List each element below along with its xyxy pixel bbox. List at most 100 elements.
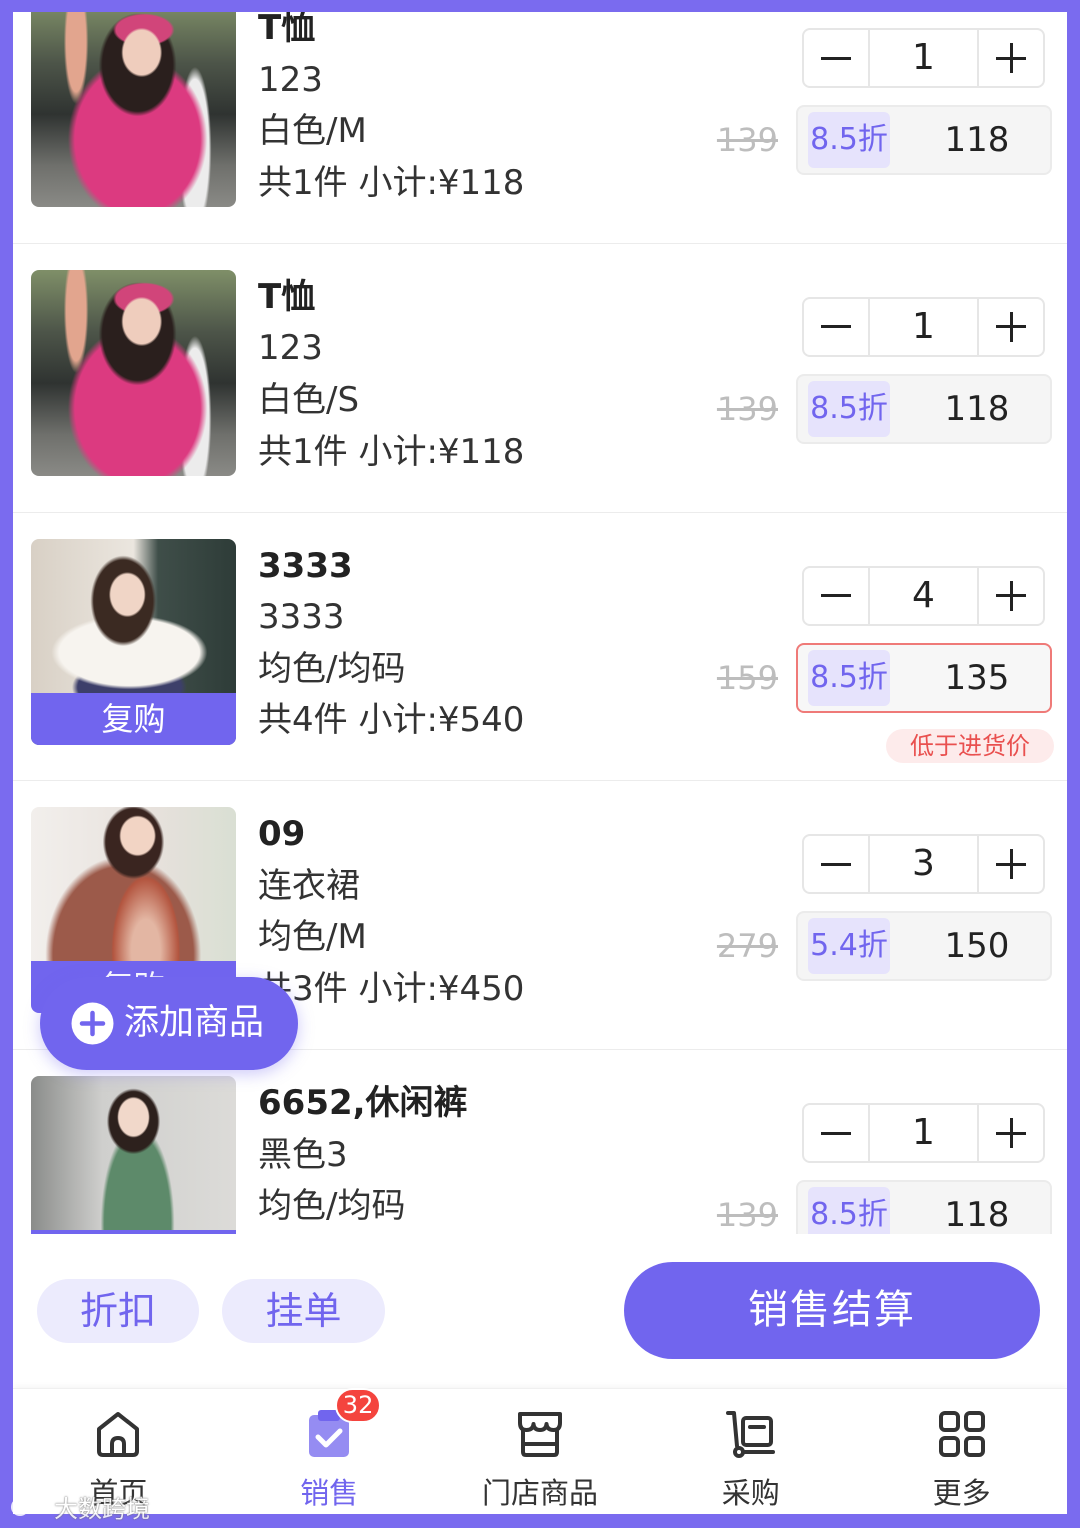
sales-count-badge: 32 (334, 1388, 382, 1423)
cart-item[interactable]: 复购 T恤 123 白色/S 共1件 小计:¥118 1 139 (13, 244, 1067, 513)
product-info: 6652,休闲裤 黑色3 均色/均码 (258, 1078, 678, 1233)
product-subtotal: 共4件 小计:¥540 (258, 700, 525, 741)
product-spec: 白色/M (258, 111, 367, 152)
discount-badge[interactable]: 8.5折 (808, 1187, 890, 1234)
discount-badge[interactable]: 8.5折 (808, 649, 890, 706)
product-info: 09 连衣裙 均色/M 共3件 小计:¥450 (258, 809, 678, 1015)
quantity-value[interactable]: 1 (868, 298, 979, 355)
increase-quantity-button[interactable] (979, 836, 1043, 892)
minus-icon (821, 594, 851, 597)
quantity-value[interactable]: 1 (868, 30, 979, 86)
quantity-value[interactable]: 3 (868, 836, 979, 893)
plus-icon (996, 1118, 1026, 1148)
sale-price[interactable]: 150 (904, 913, 1050, 979)
product-subtitle: 连衣裙 (258, 865, 360, 906)
product-subtotal: 共1件 小计:¥118 (258, 431, 525, 472)
plus-icon (996, 43, 1026, 73)
product-name: T恤 (258, 12, 316, 48)
product-spec: 均色/M (258, 917, 367, 958)
sale-price-field[interactable]: 8.5折 135 (796, 642, 1052, 713)
increase-quantity-button[interactable] (979, 299, 1043, 355)
tab-label: 门店商品 (481, 1476, 598, 1510)
bottom-tab-bar: 首页 32 销售 门店商品 采购 更多 (13, 1388, 1067, 1514)
minus-icon (821, 1131, 851, 1135)
watermark-text: 大数跨境 (54, 1494, 150, 1523)
original-price: 279 (716, 927, 778, 966)
sale-price[interactable]: 118 (904, 376, 1050, 442)
sale-price-field[interactable]: 8.5折 118 (796, 105, 1052, 175)
quantity-value[interactable]: 4 (868, 567, 979, 624)
decrease-quantity-button[interactable] (804, 568, 868, 624)
product-subtotal: 共3件 小计:¥450 (258, 969, 525, 1010)
watermark: 大数跨境 (10, 1490, 150, 1523)
decrease-quantity-button[interactable] (804, 836, 868, 892)
sale-price[interactable]: 118 (904, 107, 1050, 173)
cart-item[interactable]: 复购 T恤 123 白色/M 共1件 小计:¥118 1 139 (13, 12, 1067, 244)
add-product-label: 添加商品 (124, 1003, 265, 1043)
product-subtotal: 共1件 小计:¥118 (258, 162, 525, 203)
discount-badge[interactable]: 5.4折 (808, 918, 890, 975)
watermark-logo-icon (11, 1495, 44, 1516)
sales-cart-screen: 复购 T恤 123 白色/M 共1件 小计:¥118 1 139 (13, 12, 1067, 1514)
tab-purchase[interactable]: 采购 (645, 1389, 856, 1514)
discount-badge[interactable]: 8.5折 (808, 112, 890, 168)
sale-price[interactable]: 118 (904, 1182, 1050, 1234)
store-icon (517, 1412, 562, 1457)
product-spec: 白色/S (258, 379, 360, 420)
tab-sales[interactable]: 32 销售 (224, 1388, 435, 1514)
tab-label: 采购 (721, 1476, 780, 1510)
sale-price-field[interactable]: 8.5折 118 (796, 1180, 1052, 1234)
sale-price[interactable]: 135 (904, 645, 1050, 711)
product-spec: 均色/均码 (258, 1186, 406, 1227)
plus-icon (996, 580, 1026, 611)
increase-quantity-button[interactable] (979, 568, 1043, 624)
product-name: 3333 (258, 545, 353, 586)
tab-label: 更多 (932, 1476, 991, 1510)
checkout-button[interactable]: 销售结算 (624, 1262, 1040, 1359)
sale-price-field[interactable]: 8.5折 118 (796, 373, 1052, 444)
plus-circle-icon (71, 1002, 114, 1045)
minus-icon (821, 325, 851, 329)
product-image[interactable]: 复购 (31, 269, 236, 476)
hand-truck-icon (725, 1411, 775, 1458)
product-image[interactable]: 复购 (31, 538, 236, 745)
product-image[interactable]: 复购 (31, 1076, 236, 1234)
product-info: T恤 123 白色/M 共1件 小计:¥118 (258, 12, 678, 209)
quantity-stepper: 1 (802, 296, 1045, 357)
plus-icon (996, 849, 1026, 880)
sale-price-field[interactable]: 5.4折 150 (796, 911, 1052, 982)
grid-icon (938, 1411, 985, 1457)
decrease-quantity-button[interactable] (804, 1105, 868, 1161)
product-subtitle: 123 (258, 328, 323, 369)
add-product-button[interactable]: 添加商品 (40, 977, 298, 1070)
original-price: 159 (716, 658, 778, 697)
product-subtitle: 3333 (258, 597, 345, 638)
product-subtitle: 黑色3 (258, 1134, 348, 1175)
minus-icon (821, 862, 851, 866)
repurchase-label[interactable]: 复购 (31, 692, 236, 745)
plus-icon (996, 311, 1026, 342)
hold-order-button[interactable]: 挂单 (222, 1279, 385, 1343)
discount-badge[interactable]: 8.5折 (808, 380, 890, 437)
product-info: 3333 3333 均色/均码 共4件 小计:¥540 (258, 541, 678, 747)
cart-item[interactable]: 复购 6652,休闲裤 黑色3 均色/均码 1 139 8.5折 (13, 1050, 1067, 1234)
decrease-quantity-button[interactable] (804, 299, 868, 355)
product-image[interactable]: 复购 (31, 12, 236, 207)
product-subtitle: 123 (258, 59, 323, 100)
quantity-value[interactable]: 1 (868, 1105, 979, 1161)
increase-quantity-button[interactable] (979, 1105, 1043, 1161)
checkout-action-bar: 折扣 挂单 销售结算 (13, 1234, 1067, 1388)
cart-item[interactable]: 复购 3333 3333 均色/均码 共4件 小计:¥540 4 159 8.5… (13, 513, 1067, 782)
product-name: T恤 (258, 276, 316, 317)
app-frame: 复购 T恤 123 白色/M 共1件 小计:¥118 1 139 (0, 0, 1080, 1528)
home-icon (97, 1412, 140, 1457)
below-cost-warning: 低于进货价 (886, 728, 1054, 763)
original-price: 139 (716, 389, 778, 428)
tab-more[interactable]: 更多 (856, 1389, 1067, 1514)
product-name: 6652,休闲裤 (258, 1083, 468, 1123)
increase-quantity-button[interactable] (979, 30, 1043, 86)
tab-store-products[interactable]: 门店商品 (435, 1389, 646, 1514)
decrease-quantity-button[interactable] (804, 30, 868, 86)
product-spec: 均色/均码 (258, 648, 406, 689)
discount-button[interactable]: 折扣 (37, 1279, 199, 1343)
